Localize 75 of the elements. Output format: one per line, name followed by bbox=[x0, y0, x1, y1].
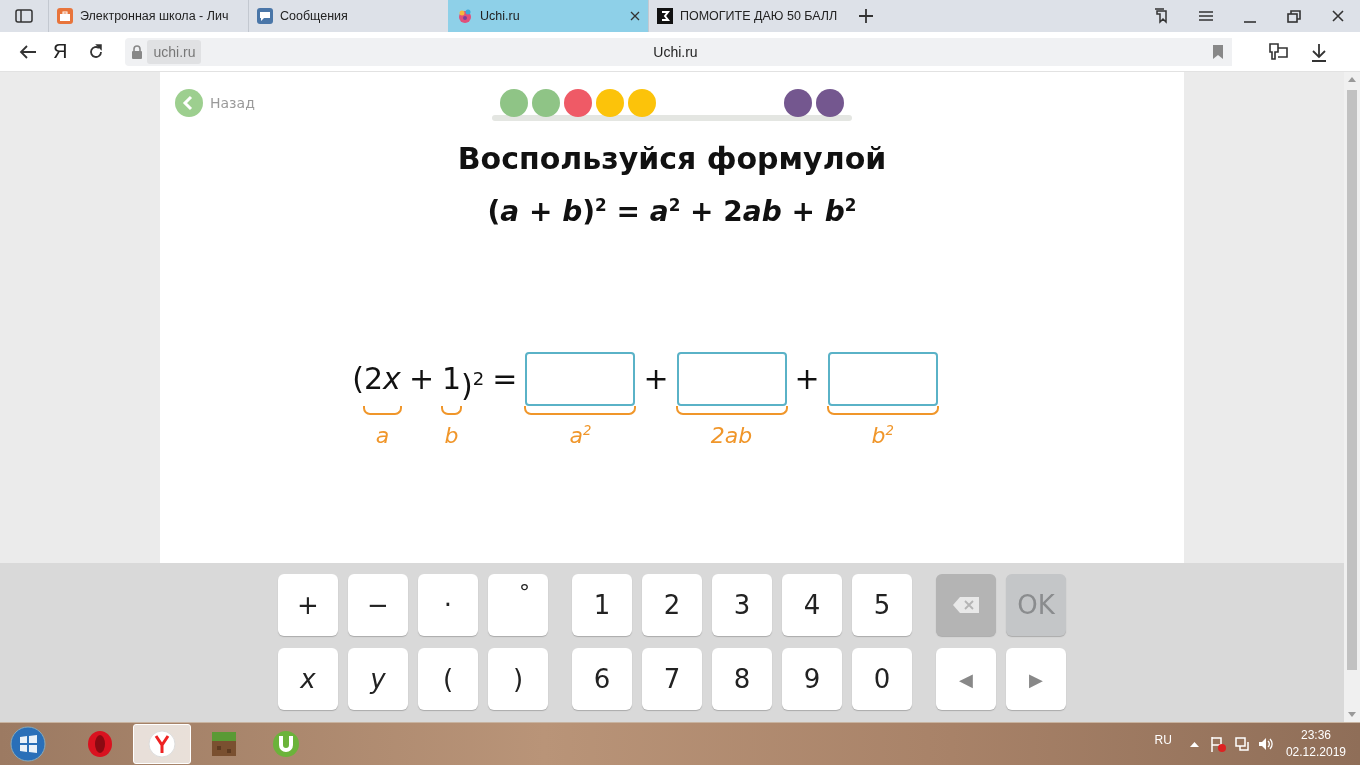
math-text: 1 bbox=[442, 360, 462, 399]
keyboard-key[interactable]: 6 bbox=[572, 648, 632, 710]
browser-tab[interactable]: Uchi.ru bbox=[448, 0, 648, 32]
close-icon[interactable] bbox=[1329, 8, 1347, 24]
opera-logo-icon bbox=[85, 729, 115, 759]
keyboard-key[interactable]: 7 bbox=[642, 648, 702, 710]
grass-block-icon bbox=[209, 729, 239, 759]
network-icon[interactable] bbox=[1233, 736, 1250, 752]
math-text: + bbox=[794, 360, 820, 399]
keyboard-key[interactable]: ◀ bbox=[936, 648, 996, 710]
keyboard-key[interactable]: + bbox=[278, 574, 338, 636]
math-text: + bbox=[643, 360, 669, 399]
keyboard-key[interactable]: 1 bbox=[572, 574, 632, 636]
answer-box[interactable] bbox=[827, 352, 938, 407]
brace-label: 2ab bbox=[710, 423, 753, 449]
keyboard-key[interactable]: − bbox=[348, 574, 408, 636]
menu-icon[interactable] bbox=[1197, 8, 1215, 24]
keyboard-key[interactable]: ° bbox=[488, 574, 548, 636]
back-arrow-icon[interactable] bbox=[19, 43, 37, 60]
math-text: )$^{2}$ bbox=[461, 367, 485, 406]
address-bar[interactable]: uchi.ru Uchi.ru bbox=[125, 37, 1233, 66]
sidebar-icon[interactable] bbox=[15, 9, 33, 23]
keyboard-key[interactable]: 8 bbox=[712, 648, 772, 710]
brace-label: b$^{2}$ bbox=[871, 423, 894, 449]
keyboard-key[interactable]: ▶ bbox=[1006, 648, 1066, 710]
plus-icon[interactable] bbox=[858, 8, 874, 24]
paint-palette-icon bbox=[457, 8, 473, 24]
taskbar-button[interactable] bbox=[133, 724, 191, 764]
formula: (a + b)$^{2}$ = a$^{2}$ + 2ab + b$^{2}$ bbox=[487, 195, 857, 229]
brace-label: a bbox=[375, 423, 390, 449]
chevron-left-icon bbox=[175, 89, 203, 117]
square-logo-icon bbox=[657, 8, 673, 24]
yandex-browser-icon bbox=[147, 729, 177, 759]
chat-icon bbox=[257, 8, 273, 24]
underbrace bbox=[441, 406, 463, 416]
translate-icon[interactable] bbox=[1268, 41, 1291, 62]
underbrace bbox=[363, 406, 402, 416]
keyboard-key[interactable]: 2 bbox=[642, 574, 702, 636]
keyboard-key[interactable]: y bbox=[348, 648, 408, 710]
lock-icon bbox=[131, 44, 144, 59]
yandex-logo[interactable]: Я bbox=[53, 40, 68, 63]
math-text: 2x bbox=[364, 360, 401, 399]
math-text: + bbox=[408, 360, 434, 399]
close-icon[interactable] bbox=[630, 11, 640, 21]
math-text: = bbox=[492, 360, 518, 399]
bookmark-icon[interactable] bbox=[1212, 44, 1225, 59]
restore-icon[interactable] bbox=[1285, 8, 1303, 24]
clock-time[interactable]: 23:36 bbox=[1300, 727, 1331, 744]
url-text: uchi.ru bbox=[147, 39, 202, 64]
volume-icon[interactable] bbox=[1257, 736, 1274, 752]
keyboard-key[interactable]: ) bbox=[488, 648, 548, 710]
keyboard-key[interactable]: 5 bbox=[852, 574, 912, 636]
keyboard-key[interactable]: 9 bbox=[782, 648, 842, 710]
up-arrow-icon[interactable] bbox=[1189, 741, 1199, 747]
keyboard-key[interactable]: x bbox=[278, 648, 338, 710]
keyboard-key[interactable]: ( bbox=[418, 648, 478, 710]
torrent-logo-icon bbox=[271, 729, 301, 759]
answer-box[interactable] bbox=[676, 352, 787, 407]
keyboard-key[interactable]: · bbox=[418, 574, 478, 636]
backspace-icon bbox=[952, 596, 980, 614]
brace-label: a$^{2}$ bbox=[569, 423, 592, 449]
answer-box[interactable] bbox=[525, 352, 636, 407]
download-icon[interactable] bbox=[1310, 41, 1329, 62]
task-title: Воспользуйся формулой bbox=[457, 140, 887, 178]
page-title: Uchi.ru bbox=[652, 43, 699, 60]
clock-date[interactable]: 02.12.2019 bbox=[1285, 744, 1346, 761]
keyboard-key[interactable]: 0 bbox=[852, 648, 912, 710]
flag-icon[interactable] bbox=[1209, 736, 1226, 752]
math-text: ( bbox=[352, 360, 364, 399]
briefcase-icon bbox=[57, 8, 73, 24]
brace-label: b bbox=[444, 423, 459, 449]
start-button[interactable] bbox=[10, 726, 46, 762]
keyboard-key[interactable]: 3 bbox=[712, 574, 772, 636]
language-indicator[interactable]: RU bbox=[1154, 733, 1172, 747]
keyboard-key[interactable]: 4 bbox=[782, 574, 842, 636]
